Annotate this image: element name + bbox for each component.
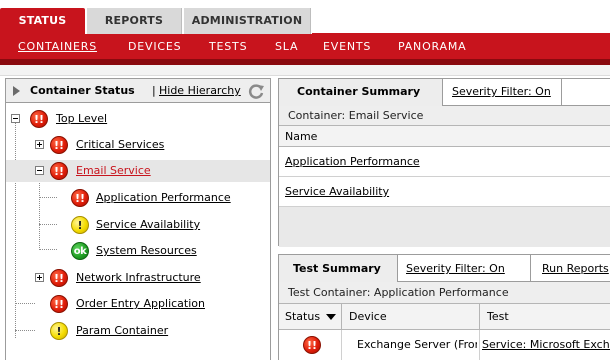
container-status-header: Container Status | Hide Hierarchy: [6, 79, 270, 103]
test-summary-panel: Test Summary Severity Filter: On Run Rep…: [278, 254, 610, 360]
container-tree: !! Top Level !! Critical Services !! Ema…: [6, 104, 270, 360]
critical-status-icon: !!: [50, 162, 68, 180]
test-summary-tabbar: Test Summary Severity Filter: On Run Rep…: [279, 255, 610, 282]
tab-administration[interactable]: ADMINISTRATION: [183, 8, 311, 34]
tree-item-label[interactable]: Order Entry Application: [76, 297, 205, 310]
collapse-arrow-icon[interactable]: [13, 86, 20, 96]
subtitle-text: Container: Email Service: [288, 109, 424, 122]
tree-item-system-resources[interactable]: ok System Resources: [6, 240, 270, 262]
column-header-test[interactable]: Test: [487, 310, 509, 323]
tab-test-summary[interactable]: Test Summary: [279, 255, 398, 282]
collapse-toggle-icon[interactable]: [35, 166, 44, 175]
refresh-icon[interactable]: [247, 82, 265, 100]
table-row[interactable]: Service Availability: [279, 177, 610, 207]
header-separator: |: [152, 84, 156, 97]
table-empty-area: [279, 207, 610, 247]
tree-item-order-entry-application[interactable]: !! Order Entry Application: [6, 293, 270, 315]
tree-item-email-service[interactable]: !! Email Service: [6, 160, 270, 182]
table-row[interactable]: Application Performance: [279, 147, 610, 177]
critical-status-icon: !!: [71, 189, 89, 207]
tab-container-summary[interactable]: Container Summary: [279, 79, 443, 106]
warning-status-icon: !: [50, 322, 68, 340]
subnav-devices[interactable]: DEVICES: [128, 40, 181, 53]
tree-item-label[interactable]: Top Level: [56, 112, 107, 125]
container-status-title: Container Status: [30, 84, 135, 97]
tree-item-label[interactable]: System Resources: [96, 244, 197, 257]
column-divider: [479, 304, 480, 330]
tree-item-label[interactable]: Email Service: [76, 164, 151, 177]
tree-item-network-infrastructure[interactable]: !! Network Infrastructure: [6, 267, 270, 289]
container-status-panel: Container Status | Hide Hierarchy !! Top…: [5, 78, 271, 360]
table-row[interactable]: !! Exchange Server (Front End) Service: …: [279, 330, 610, 360]
hide-hierarchy-link[interactable]: Hide Hierarchy: [159, 84, 241, 97]
test-link[interactable]: Service: Microsoft Exchange: [482, 338, 610, 351]
tree-item-service-availability[interactable]: ! Service Availability: [6, 214, 270, 236]
container-summary-panel: Container Summary Severity Filter: On Co…: [278, 78, 610, 247]
tab-label: Container Summary: [297, 85, 421, 98]
tree-item-label[interactable]: Critical Services: [76, 138, 164, 151]
tab-reports[interactable]: REPORTS: [86, 8, 182, 34]
sub-navigation: CONTAINERS DEVICES TESTS SLA EVENTS PANO…: [0, 34, 610, 59]
tree-item-critical-services[interactable]: !! Critical Services: [6, 134, 270, 156]
ok-status-icon: ok: [71, 242, 89, 260]
column-header-device[interactable]: Device: [349, 310, 387, 323]
tree-item-label[interactable]: Service Availability: [96, 218, 200, 231]
severity-filter-link[interactable]: Severity Filter: On: [452, 85, 551, 98]
tab-divider: [530, 255, 531, 282]
column-header-name[interactable]: Name: [279, 126, 610, 147]
column-divider: [479, 330, 480, 360]
warning-status-icon: !: [71, 216, 89, 234]
critical-status-icon: !!: [30, 110, 48, 128]
critical-status-icon: !!: [50, 136, 68, 154]
tree-item-application-performance[interactable]: !! Application Performance: [6, 187, 270, 209]
top-navigation: STATUS REPORTS ADMINISTRATION: [0, 0, 610, 34]
column-header-status[interactable]: Status: [285, 310, 320, 323]
test-summary-subtitle: Test Container: Application Performance: [279, 282, 610, 304]
tree-item-param-container[interactable]: ! Param Container: [6, 320, 270, 342]
subnav-panorama[interactable]: PANORAMA: [398, 40, 466, 53]
run-reports-link[interactable]: Run Reports: [542, 262, 609, 275]
container-link[interactable]: Service Availability: [285, 185, 389, 198]
device-cell: Exchange Server (Front End): [357, 338, 477, 351]
subnav-containers[interactable]: CONTAINERS: [18, 40, 97, 53]
tree-item-label[interactable]: Application Performance: [96, 191, 231, 204]
container-link[interactable]: Application Performance: [285, 155, 420, 168]
subtitle-text: Test Container: Application Performance: [288, 286, 509, 299]
collapse-toggle-icon[interactable]: [11, 114, 20, 123]
sort-descending-icon[interactable]: [326, 314, 336, 320]
tree-item-label[interactable]: Network Infrastructure: [76, 271, 201, 284]
column-divider: [341, 330, 342, 360]
tree-item-top-level[interactable]: !! Top Level: [6, 108, 270, 130]
subnav-sla[interactable]: SLA: [275, 40, 298, 53]
tab-status[interactable]: STATUS: [0, 8, 85, 34]
critical-status-icon: !!: [303, 336, 321, 354]
tab-divider: [561, 79, 562, 106]
expand-toggle-icon[interactable]: [35, 273, 44, 282]
column-divider: [341, 304, 342, 330]
column-header-label: Name: [285, 130, 318, 143]
container-summary-tabbar: Container Summary Severity Filter: On: [279, 79, 610, 106]
tree-item-label[interactable]: Param Container: [76, 324, 168, 337]
test-table-header: Status Device Test: [279, 304, 610, 330]
subnav-tests[interactable]: TESTS: [209, 40, 247, 53]
header-band: [0, 65, 610, 76]
container-summary-subtitle: Container: Email Service: [279, 106, 610, 126]
tab-label: Test Summary: [293, 262, 381, 275]
expand-toggle-icon[interactable]: [35, 140, 44, 149]
critical-status-icon: !!: [50, 295, 68, 313]
severity-filter-link[interactable]: Severity Filter: On: [406, 262, 505, 275]
critical-status-icon: !!: [50, 269, 68, 287]
subnav-events[interactable]: EVENTS: [323, 40, 371, 53]
